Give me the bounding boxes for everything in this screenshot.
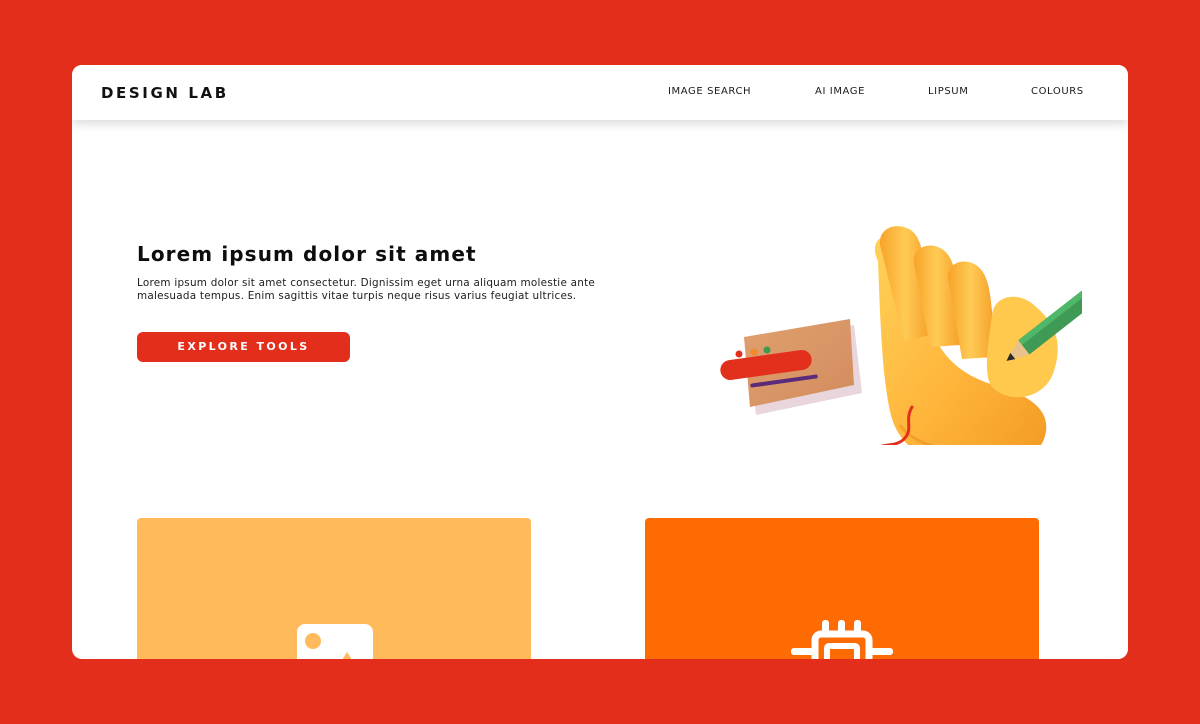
hero-title: Lorem ipsum dolor sit amet: [137, 242, 477, 266]
hero-description: Lorem ipsum dolor sit amet consectetur. …: [137, 277, 596, 302]
nav-item-lipsum[interactable]: LIPSUM: [928, 86, 968, 97]
ai-image-card[interactable]: [645, 518, 1039, 659]
nav-item-colours[interactable]: COLOURS: [1031, 86, 1084, 97]
browser-window: DESIGN LAB IMAGE SEARCH AI IMAGE LIPSUM …: [72, 65, 1128, 659]
navbar: DESIGN LAB IMAGE SEARCH AI IMAGE LIPSUM …: [72, 65, 1128, 120]
nav-item-ai-image[interactable]: AI IMAGE: [815, 86, 865, 97]
chip-icon: [791, 620, 893, 659]
logo[interactable]: DESIGN LAB: [101, 84, 229, 102]
explore-tools-button[interactable]: EXPLORE TOOLS: [137, 332, 350, 362]
image-icon: [297, 624, 373, 659]
nav-item-image-search[interactable]: IMAGE SEARCH: [668, 86, 751, 97]
floating-card-shape: [720, 319, 862, 415]
hand-drawing-illustration: [720, 226, 1082, 445]
image-search-card[interactable]: [137, 518, 531, 659]
